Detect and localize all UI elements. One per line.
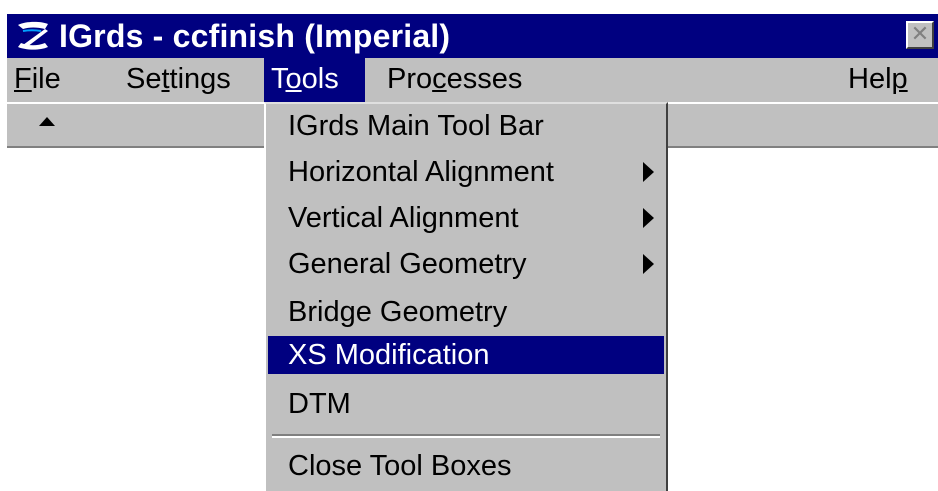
menu-item-bridge-geometry[interactable]: Bridge Geometry [268,290,664,334]
menu-item-label: DTM [288,388,351,420]
menu-help-label-pre: Hel [848,63,892,95]
menu-processes-label-pre: Pro [387,63,433,95]
menu-item-label: IGrds Main Tool Bar [288,110,544,142]
menu-processes-accel: c [432,63,447,95]
menu-item-close-tool-boxes[interactable]: Close Tool Boxes [268,444,664,488]
menu-item-horizontal-alignment[interactable]: Horizontal Alignment [268,150,664,194]
menu-item-igrds-main-tool-bar[interactable]: IGrds Main Tool Bar [268,104,664,148]
menu-settings-accel: t [161,63,170,95]
menu-settings-label-pre: Se [126,63,162,95]
igrds-logo-icon [18,21,48,50]
menu-item-label: Close Tool Boxes [288,450,512,482]
menu-item-label: Horizontal Alignment [288,156,554,188]
menu-help-accel: p [891,63,908,95]
menu-settings-label-post: tings [169,63,231,95]
menu-item-label: Vertical Alignment [288,202,519,234]
close-icon: ✕ [910,21,930,46]
menu-file-accel: F [14,63,32,95]
menu-settings[interactable]: Settings [119,58,238,102]
triangle-right-icon [643,254,654,274]
menu-item-label: Bridge Geometry [288,296,508,328]
menu-tools-label-pre: T [271,63,286,95]
window-title: IGrds - ccfinish (Imperial) [59,18,451,54]
menu-separator [272,434,660,438]
triangle-right-icon [643,208,654,228]
menu-processes-label-post: esses [446,63,523,95]
menu-item-label: General Geometry [288,248,527,280]
title-bar[interactable]: IGrds - ccfinish (Imperial) ✕ [7,14,938,58]
menu-item-general-geometry[interactable]: General Geometry [268,242,664,286]
menu-processes[interactable]: Processes [380,58,529,102]
menu-tools[interactable]: Tools [264,58,365,102]
menu-tools-accel: o [285,63,302,95]
tools-dropdown-menu: IGrds Main Tool Bar Horizontal Alignment… [264,102,668,491]
menu-tools-label-post: ols [301,63,339,95]
menu-item-vertical-alignment[interactable]: Vertical Alignment [268,196,664,240]
close-button[interactable]: ✕ [906,21,934,49]
menu-item-dtm[interactable]: DTM [268,382,664,426]
menu-file[interactable]: File [7,58,68,102]
app-window: IGrds - ccfinish (Imperial) ✕ File Setti… [0,0,938,491]
menu-item-xs-modification[interactable]: XS Modification [268,336,664,374]
menu-item-label: XS Modification [288,339,490,371]
menu-bar: File Settings Tools Processes Help [7,58,938,102]
triangle-right-icon [643,162,654,182]
triangle-up-icon[interactable] [39,117,55,126]
menu-help[interactable]: Help [841,58,915,102]
menu-file-label-post: ile [31,63,61,95]
